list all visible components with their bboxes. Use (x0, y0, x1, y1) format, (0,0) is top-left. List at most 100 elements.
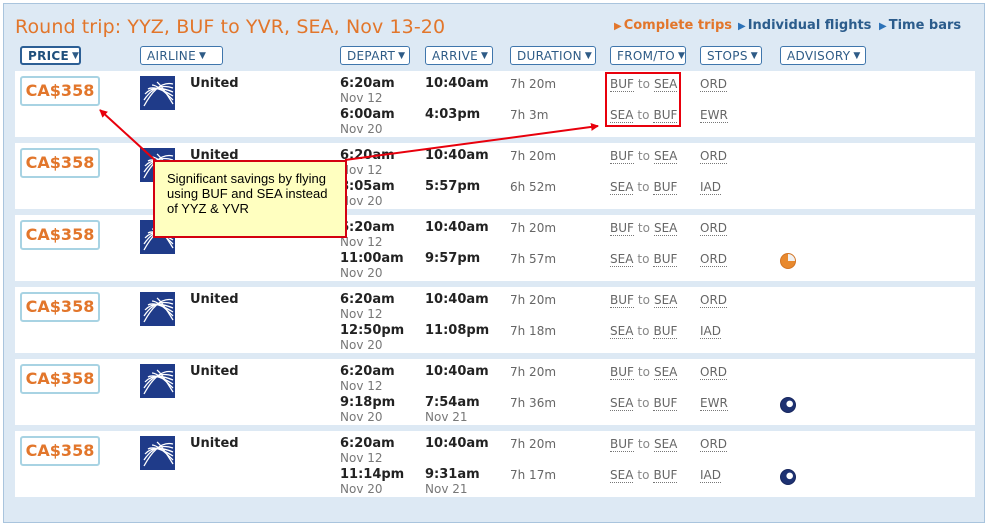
depart-date: Nov 20 (340, 410, 383, 424)
depart-date: Nov 20 (340, 338, 383, 352)
individual-flights-label: Individual flights (747, 18, 872, 33)
sort-advisory-header[interactable]: ADVISORY ▼ (780, 46, 866, 65)
airline-name: United (190, 436, 239, 451)
depart-date: Nov 12 (340, 307, 383, 321)
destination-airport-link[interactable]: BUF (653, 396, 678, 411)
from-to: BUF to SEA (610, 437, 678, 452)
sort-price-label: PRICE (28, 48, 70, 63)
destination-airport-link[interactable]: SEA (653, 149, 678, 164)
destination-airport-link[interactable]: SEA (653, 437, 678, 452)
page-title: Round trip: YYZ, BUF to YVR, SEA, Nov 13… (15, 16, 446, 38)
to-label: to (637, 180, 650, 194)
stop-airport-link[interactable]: EWR (700, 108, 728, 123)
sort-duration-header[interactable]: DURATION ▼ (510, 46, 596, 65)
origin-airport-link[interactable]: BUF (610, 365, 634, 380)
depart-time: 6:20am (340, 436, 395, 451)
chevron-down-icon: ▼ (584, 50, 593, 61)
stop-airport-link[interactable]: ORD (700, 149, 728, 164)
result-row[interactable]: CA$358United6:20amNov 1210:40am7h 20mBUF… (15, 71, 975, 137)
stop-airport-link[interactable]: IAD (700, 468, 721, 483)
result-row[interactable]: CA$358United6:20amNov 1210:40am7h 20mBUF… (15, 287, 975, 353)
sort-stops-label: STOPS (707, 48, 748, 63)
stop-airport-link[interactable]: ORD (700, 437, 728, 452)
price-button[interactable]: CA$358 (20, 292, 100, 322)
sort-fromto-header[interactable]: FROM/TO ▼ (610, 46, 686, 65)
duration: 7h 20m (510, 149, 557, 163)
arrive-time: 10:40am (425, 148, 489, 163)
sort-stops-header[interactable]: STOPS ▼ (700, 46, 762, 65)
united-logo-icon (140, 292, 175, 326)
origin-airport-link[interactable]: SEA (610, 180, 634, 195)
stop-airport-link[interactable]: IAD (700, 324, 721, 339)
duration: 7h 20m (510, 365, 557, 379)
origin-airport-link[interactable]: BUF (610, 149, 634, 164)
sort-price-header[interactable]: PRICE ▼ (20, 46, 81, 65)
arrive-time: 10:40am (425, 220, 489, 235)
from-to: SEA to BUF (610, 468, 678, 483)
price-button[interactable]: CA$358 (20, 76, 100, 106)
price-button[interactable]: CA$358 (20, 364, 100, 394)
time-bars-link[interactable]: ▶ Time bars (879, 18, 961, 33)
stop-airport-link[interactable]: ORD (700, 252, 728, 267)
duration: 7h 17m (510, 468, 557, 482)
stop-airport-link[interactable]: IAD (700, 180, 721, 195)
to-label: to (637, 293, 650, 307)
origin-airport-link[interactable]: BUF (610, 437, 634, 452)
duration: 7h 3m (510, 108, 549, 122)
to-label: to (637, 396, 650, 410)
airline-name: United (190, 292, 239, 307)
destination-airport-link[interactable]: BUF (653, 252, 678, 267)
arrive-time: 9:57pm (425, 251, 481, 266)
chevron-down-icon: ▼ (750, 50, 758, 61)
chevron-down-icon: ▼ (398, 50, 406, 61)
sunset-icon[interactable] (780, 253, 796, 269)
price-button[interactable]: CA$358 (20, 148, 100, 178)
destination-airport-link[interactable]: SEA (653, 293, 678, 308)
moon-icon[interactable] (780, 469, 796, 485)
complete-trips-link[interactable]: ▶ Complete trips (614, 18, 732, 33)
duration: 7h 20m (510, 221, 557, 235)
duration: 7h 36m (510, 396, 557, 410)
duration: 7h 18m (510, 324, 557, 338)
sort-depart-header[interactable]: DEPART ▼ (340, 46, 410, 65)
duration: 7h 20m (510, 293, 557, 307)
result-row[interactable]: CA$358United6:20amNov 1210:40am7h 20mBUF… (15, 359, 975, 425)
destination-airport-link[interactable]: BUF (653, 324, 678, 339)
price-button[interactable]: CA$358 (20, 220, 100, 250)
chevron-down-icon: ▼ (198, 50, 207, 61)
arrive-date: Nov 21 (425, 482, 468, 496)
origin-airport-link[interactable]: SEA (610, 468, 634, 483)
price-button[interactable]: CA$358 (20, 436, 100, 466)
destination-airport-link[interactable]: SEA (653, 221, 678, 236)
origin-airport-link[interactable]: SEA (610, 324, 634, 339)
origin-airport-link[interactable]: BUF (610, 221, 634, 236)
sort-depart-label: DEPART (347, 48, 396, 63)
stop-airport-link[interactable]: ORD (700, 293, 728, 308)
arrive-date: Nov 21 (425, 410, 468, 424)
origin-airport-link[interactable]: SEA (610, 252, 634, 267)
to-label: to (637, 149, 650, 163)
destination-airport-link[interactable]: SEA (653, 365, 678, 380)
destination-airport-link[interactable]: BUF (653, 468, 678, 483)
chevron-down-icon: ▼ (481, 50, 489, 61)
depart-date: Nov 20 (340, 482, 383, 496)
moon-icon[interactable] (780, 397, 796, 413)
destination-airport-link[interactable]: BUF (653, 180, 678, 195)
origin-airport-link[interactable]: SEA (610, 396, 634, 411)
stop-airport-link[interactable]: ORD (700, 77, 728, 92)
from-to: BUF to SEA (610, 365, 678, 380)
result-row[interactable]: CA$358United6:20amNov 1210:40am7h 20mBUF… (15, 431, 975, 497)
sort-airline-header[interactable]: AIRLINE ▼ (140, 46, 223, 65)
depart-time: 8:05am (340, 179, 395, 194)
chevron-down-icon: ▼ (677, 50, 686, 61)
stop-airport-link[interactable]: ORD (700, 221, 728, 236)
from-to: SEA to BUF (610, 252, 678, 267)
stop-airport-link[interactable]: EWR (700, 396, 728, 411)
individual-flights-link[interactable]: ▶ Individual flights (738, 18, 871, 33)
origin-airport-link[interactable]: BUF (610, 293, 634, 308)
sort-arrive-header[interactable]: ARRIVE ▼ (425, 46, 493, 65)
stop-airport-link[interactable]: ORD (700, 365, 728, 380)
chevron-down-icon: ▼ (72, 50, 80, 61)
to-label: to (637, 437, 650, 451)
airline-name: United (190, 364, 239, 379)
